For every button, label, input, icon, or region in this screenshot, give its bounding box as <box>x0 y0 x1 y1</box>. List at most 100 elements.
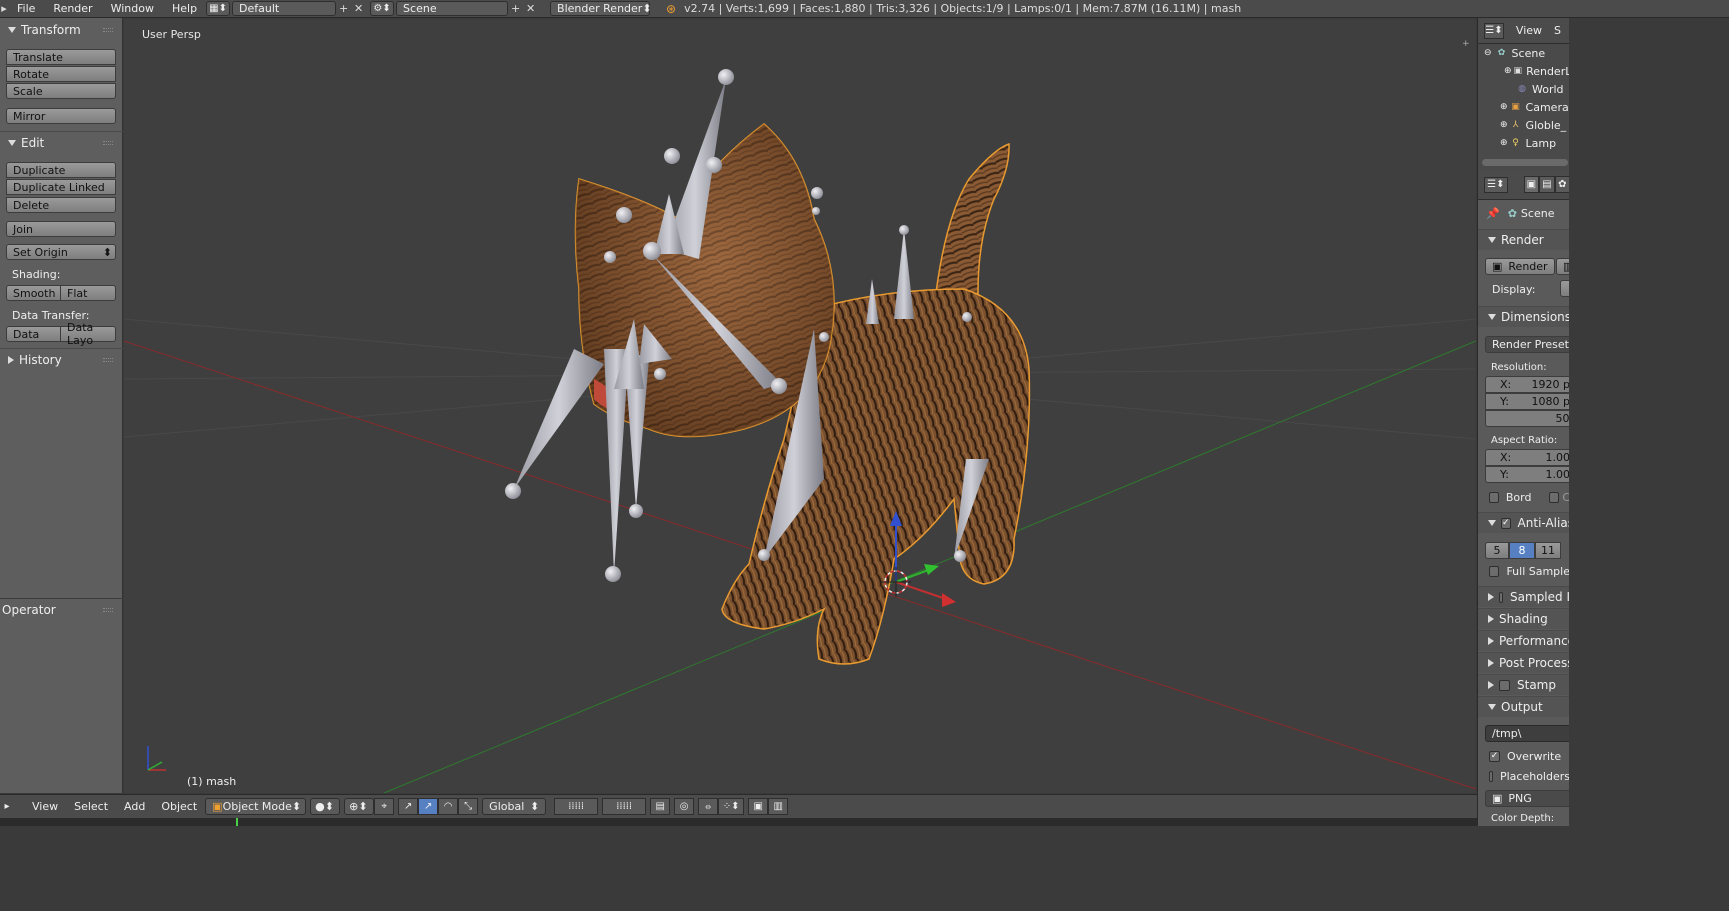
snap-toggle-icon[interactable]: ⦵ <box>698 798 719 815</box>
move-manipulator-icon[interactable]: ↗ <box>418 798 439 815</box>
resolution-x-field[interactable]: X: 1920 p <box>1485 376 1569 393</box>
scene-tab-icon[interactable]: ✿ <box>1554 176 1569 193</box>
duplicate-button[interactable]: Duplicate <box>6 162 116 178</box>
data-button[interactable]: Data <box>6 326 61 342</box>
menu-file[interactable]: File <box>8 2 44 15</box>
pivot-point-select[interactable]: ⊕⬍ <box>344 798 375 815</box>
aa-samples-8[interactable]: 8 <box>1509 542 1535 559</box>
outliner-row-camera[interactable]: ⊕ ▣ Camera <box>1478 98 1569 116</box>
data-layout-button[interactable]: Data Layo <box>60 321 116 347</box>
sampled-motion-blur-checkbox[interactable] <box>1499 591 1504 603</box>
scene-icon[interactable]: ⚙⬍ <box>370 1 395 16</box>
drag-grip-icon[interactable] <box>103 358 113 362</box>
rotate-button[interactable]: Rotate <box>6 66 116 82</box>
rotate-manipulator-icon[interactable]: ◠ <box>438 798 459 815</box>
output-path-field[interactable]: /tmp\ <box>1485 725 1569 742</box>
delete-button[interactable]: Delete <box>6 197 116 213</box>
edit-panel-header[interactable]: Edit <box>0 132 123 154</box>
timeline-strip[interactable] <box>0 818 1477 826</box>
render-engine-select[interactable]: Blender Render ⬍ <box>550 1 652 16</box>
scene-field[interactable]: Scene <box>396 1 509 16</box>
outliner-row-renderlayers[interactable]: ⊕ ▣ RenderL <box>1478 62 1569 80</box>
outliner-row-scene[interactable]: ⊖ ✿ Scene <box>1478 44 1569 62</box>
duplicate-linked-button[interactable]: Duplicate Linked <box>6 179 116 195</box>
outliner-row-armature[interactable]: ⊕ ⅄ Globle_ <box>1478 116 1569 134</box>
region-toggle-icon[interactable]: + <box>1462 39 1472 49</box>
render-button[interactable]: ▣ Render <box>1485 258 1555 275</box>
outliner-row-lamp[interactable]: ⊕ ♀ Lamp <box>1478 134 1569 152</box>
viewport-shading-select[interactable]: ●⬍ <box>310 798 341 815</box>
editor-type-icon[interactable]: ▸ <box>0 1 8 16</box>
menu-object[interactable]: Object <box>153 800 205 813</box>
stamp-checkbox[interactable] <box>1499 679 1510 691</box>
border-checkbox[interactable] <box>1489 491 1499 503</box>
editor-type-icon[interactable]: ▸ <box>0 798 14 815</box>
shading-panel-header[interactable]: Shading <box>1478 608 1569 629</box>
editor-type-icon[interactable]: ☰⬍ <box>1484 176 1508 193</box>
history-panel-header[interactable]: History <box>0 349 123 371</box>
flat-button[interactable]: Flat <box>60 285 116 301</box>
outliner-view-menu[interactable]: View <box>1504 24 1550 37</box>
manipulator-toggle-icon[interactable]: ⌖ <box>374 798 395 815</box>
drag-grip-icon[interactable] <box>103 28 113 32</box>
placeholders-checkbox[interactable] <box>1489 770 1493 782</box>
aa-samples-5[interactable]: 5 <box>1485 542 1509 559</box>
overwrite-checkbox[interactable]: ✓ <box>1489 750 1500 762</box>
expand-icon[interactable]: ⊕ <box>1500 102 1508 112</box>
post-processing-panel-header[interactable]: Post Processin <box>1478 652 1569 673</box>
add-scene-icon[interactable]: + <box>508 1 523 16</box>
remove-layout-icon[interactable]: ✕ <box>351 1 366 16</box>
menu-render[interactable]: Render <box>44 2 101 15</box>
layers-grid-icon[interactable]: ⁞⁞⁞⁞⁞ <box>554 798 599 815</box>
editor-type-icon[interactable]: ☰⬍ <box>1484 22 1504 39</box>
menu-add[interactable]: Add <box>116 800 153 813</box>
expand-icon[interactable]: ⊕ <box>1500 120 1508 130</box>
outliner-search-menu[interactable]: S <box>1550 24 1569 37</box>
scale-manipulator-icon[interactable]: ⤡ <box>458 798 479 815</box>
menu-window[interactable]: Window <box>102 2 163 15</box>
render-animation-button[interactable]: ▥ <box>1556 258 1569 275</box>
sampled-motion-blur-panel-header[interactable]: Sampled I <box>1478 586 1569 607</box>
output-panel-header[interactable]: Output <box>1478 696 1569 717</box>
render-presets-select[interactable]: Render Presets <box>1485 336 1569 353</box>
performance-panel-header[interactable]: Performance <box>1478 630 1569 651</box>
mirror-button[interactable]: Mirror <box>6 108 116 124</box>
scale-button[interactable]: Scale <box>6 83 116 99</box>
join-button[interactable]: Join <box>6 221 116 237</box>
set-origin-select[interactable]: Set Origin ⬍ <box>6 244 116 260</box>
snap-element-icon[interactable]: ⁘⬍ <box>718 798 745 815</box>
collapse-icon[interactable]: ⊖ <box>1484 48 1492 58</box>
render-preview-icon[interactable]: ▣ <box>748 798 769 815</box>
dimensions-panel-header[interactable]: Dimensions <box>1478 306 1569 327</box>
render-tab-icon[interactable]: ▣ <box>1523 176 1540 193</box>
operator-panel-header[interactable]: Operator <box>0 599 123 621</box>
resolution-y-field[interactable]: Y: 1080 p <box>1485 393 1569 410</box>
anti-aliasing-checkbox[interactable]: ✓ <box>1501 517 1511 529</box>
lock-layer-icon[interactable]: ▤ <box>650 798 671 815</box>
file-format-select[interactable]: ▣ PNG <box>1485 790 1569 807</box>
translate-button[interactable]: Translate <box>6 49 116 65</box>
outliner-row-world[interactable]: ◍ World <box>1478 80 1569 98</box>
remove-scene-icon[interactable]: ✕ <box>523 1 538 16</box>
full-sample-checkbox[interactable] <box>1489 565 1500 577</box>
menu-select[interactable]: Select <box>66 800 116 813</box>
translate-manipulator-icon[interactable]: ↗ <box>398 798 419 815</box>
transform-panel-header[interactable]: Transform <box>0 19 123 41</box>
aa-samples-11[interactable]: 11 <box>1535 542 1561 559</box>
display-select[interactable] <box>1560 280 1569 297</box>
aspect-x-field[interactable]: X: 1.00 <box>1485 449 1569 466</box>
drag-grip-icon[interactable] <box>103 141 113 145</box>
menu-view[interactable]: View <box>24 800 66 813</box>
proportional-edit-icon[interactable]: ◎ <box>674 798 695 815</box>
aspect-y-field[interactable]: Y: 1.00 <box>1485 466 1569 483</box>
anti-aliasing-panel-header[interactable]: ✓ Anti-Aliasi <box>1478 512 1569 533</box>
screen-layout-field[interactable]: Default <box>232 1 337 16</box>
expand-icon[interactable]: ⊕ <box>1504 66 1512 76</box>
stamp-panel-header[interactable]: Stamp <box>1478 674 1569 695</box>
screen-layout-icon[interactable]: ▦⬍ <box>206 1 231 16</box>
smooth-button[interactable]: Smooth <box>6 285 61 301</box>
crop-checkbox[interactable] <box>1549 491 1560 503</box>
render-panel-header[interactable]: Render <box>1478 229 1569 250</box>
add-layout-icon[interactable]: + <box>336 1 351 16</box>
menu-help[interactable]: Help <box>163 2 206 15</box>
